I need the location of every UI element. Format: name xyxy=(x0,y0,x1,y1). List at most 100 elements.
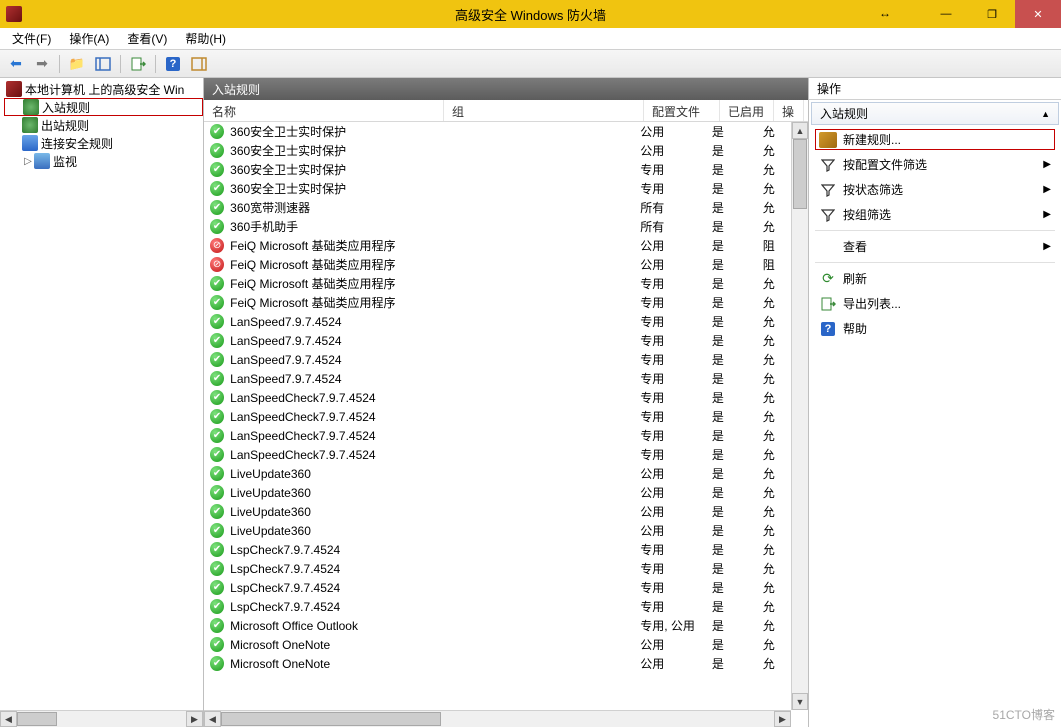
back-button[interactable]: ⬅ xyxy=(4,53,28,75)
list-hscrollbar[interactable]: ◀ ▶ xyxy=(204,710,791,727)
scroll-right-button[interactable]: ▶ xyxy=(774,711,791,727)
chevron-right-icon: ▶ xyxy=(1043,241,1051,252)
show-hide-tree-button[interactable] xyxy=(91,53,115,75)
action-refresh[interactable]: ⟳ 刷新 xyxy=(815,268,1055,289)
rule-row[interactable]: ✔LanSpeedCheck7.9.7.4524专用是允 xyxy=(204,388,791,407)
action-filter-group[interactable]: 按组筛选 ▶ xyxy=(815,204,1055,225)
actions-section-label: 入站规则 xyxy=(820,105,868,122)
rule-name: LiveUpdate360 xyxy=(230,524,452,538)
action-help[interactable]: ? 帮助 xyxy=(815,318,1055,339)
action-filter-profile[interactable]: 按配置文件筛选 ▶ xyxy=(815,154,1055,175)
rule-row[interactable]: ✔LiveUpdate360公用是允 xyxy=(204,502,791,521)
rule-row[interactable]: ✔LspCheck7.9.7.4524专用是允 xyxy=(204,578,791,597)
rule-row[interactable]: ✔LiveUpdate360公用是允 xyxy=(204,521,791,540)
rule-row[interactable]: ✔LanSpeedCheck7.9.7.4524专用是允 xyxy=(204,407,791,426)
rule-action: 允 xyxy=(763,180,791,197)
action-label: 按配置文件筛选 xyxy=(843,156,927,173)
rule-row[interactable]: ✔Microsoft OneNote公用是允 xyxy=(204,635,791,654)
action-filter-status[interactable]: 按状态筛选 ▶ xyxy=(815,179,1055,200)
rule-row[interactable]: ✔LanSpeed7.9.7.4524专用是允 xyxy=(204,331,791,350)
rule-row[interactable]: ✔LanSpeed7.9.7.4524专用是允 xyxy=(204,369,791,388)
inbound-icon xyxy=(23,99,39,115)
rule-row[interactable]: ✔LspCheck7.9.7.4524专用是允 xyxy=(204,559,791,578)
scroll-down-button[interactable]: ▼ xyxy=(792,693,808,710)
rule-row[interactable]: ✔360安全卫士实时保护公用是允 xyxy=(204,122,791,141)
col-profile[interactable]: 配置文件 xyxy=(644,100,720,121)
rule-enabled: 是 xyxy=(712,446,763,463)
action-new-rule[interactable]: 新建规则... xyxy=(815,129,1055,150)
scroll-up-button[interactable]: ▲ xyxy=(792,122,808,139)
rule-row[interactable]: ✔LiveUpdate360公用是允 xyxy=(204,483,791,502)
tree-outbound-label: 出站规则 xyxy=(41,117,89,134)
scroll-thumb[interactable] xyxy=(793,139,807,209)
col-action[interactable]: 操 xyxy=(774,100,804,121)
scroll-left-button[interactable]: ◀ xyxy=(204,711,221,727)
expander-icon[interactable]: ▷ xyxy=(22,156,34,167)
rule-name: 360手机助手 xyxy=(230,218,452,235)
minimize-button[interactable]: — xyxy=(923,0,969,28)
tree-outbound-rules[interactable]: 出站规则 xyxy=(4,116,203,134)
rule-row[interactable]: ✔FeiQ Microsoft 基础类应用程序专用是允 xyxy=(204,293,791,312)
rule-row[interactable]: ✔LspCheck7.9.7.4524专用是允 xyxy=(204,597,791,616)
rule-profile: 公用 xyxy=(640,142,712,159)
export-button[interactable] xyxy=(126,53,150,75)
menu-action[interactable]: 操作(A) xyxy=(61,28,117,49)
rule-row[interactable]: ✔360安全卫士实时保护公用是允 xyxy=(204,141,791,160)
list-vscrollbar[interactable]: ▲ ▼ xyxy=(791,122,808,710)
help-button[interactable]: ? xyxy=(161,53,185,75)
tree-monitor[interactable]: ▷ 监视 xyxy=(4,152,203,170)
menu-help[interactable]: 帮助(H) xyxy=(177,28,234,49)
col-enabled[interactable]: 已启用 xyxy=(720,100,774,121)
close-button[interactable]: ✕ xyxy=(1015,0,1061,28)
maximize-button[interactable]: ❐ xyxy=(969,0,1015,28)
forward-button[interactable]: ➡ xyxy=(30,53,54,75)
rule-action: 允 xyxy=(763,332,791,349)
tree-connection-security[interactable]: 连接安全规则 xyxy=(4,134,203,152)
rule-row[interactable]: ✔LanSpeedCheck7.9.7.4524专用是允 xyxy=(204,445,791,464)
up-button[interactable]: 📁 xyxy=(65,53,89,75)
rule-name: LanSpeedCheck7.9.7.4524 xyxy=(230,448,452,462)
chevron-right-icon: ▶ xyxy=(1043,159,1051,170)
rule-row[interactable]: ⊘FeiQ Microsoft 基础类应用程序公用是阻 xyxy=(204,255,791,274)
rule-row[interactable]: ✔LanSpeed7.9.7.4524专用是允 xyxy=(204,312,791,331)
rule-profile: 专用, 公用 xyxy=(640,617,712,634)
action-export[interactable]: 导出列表... xyxy=(815,293,1055,314)
allow-icon: ✔ xyxy=(210,599,224,614)
tree-root[interactable]: 本地计算机 上的高级安全 Win xyxy=(4,80,203,98)
rule-row[interactable]: ✔360安全卫士实时保护专用是允 xyxy=(204,179,791,198)
rule-enabled: 是 xyxy=(712,541,763,558)
rule-row[interactable]: ✔Microsoft Office Outlook专用, 公用是允 xyxy=(204,616,791,635)
rule-row[interactable]: ✔Microsoft OneNote公用是允 xyxy=(204,654,791,673)
menu-view[interactable]: 查看(V) xyxy=(119,28,175,49)
rule-row[interactable]: ✔360手机助手所有是允 xyxy=(204,217,791,236)
col-name[interactable]: 名称 xyxy=(204,100,444,121)
rule-row[interactable]: ✔360宽带测速器所有是允 xyxy=(204,198,791,217)
col-group[interactable]: 组 xyxy=(444,100,644,121)
rule-enabled: 是 xyxy=(712,484,763,501)
rule-row[interactable]: ⊘FeiQ Microsoft 基础类应用程序公用是阻 xyxy=(204,236,791,255)
show-actions-button[interactable] xyxy=(187,53,211,75)
tree-hscrollbar[interactable]: ◀ ▶ xyxy=(0,710,203,727)
scroll-left-button[interactable]: ◀ xyxy=(0,711,17,727)
tree-inbound-rules[interactable]: 入站规则 xyxy=(4,98,203,116)
menu-file[interactable]: 文件(F) xyxy=(4,28,59,49)
rule-row[interactable]: ✔FeiQ Microsoft 基础类应用程序专用是允 xyxy=(204,274,791,293)
actions-section[interactable]: 入站规则 ▲ xyxy=(811,102,1059,125)
rule-profile: 专用 xyxy=(640,180,712,197)
rule-action: 允 xyxy=(763,522,791,539)
rule-row[interactable]: ✔LspCheck7.9.7.4524专用是允 xyxy=(204,540,791,559)
rule-row[interactable]: ✔LiveUpdate360公用是允 xyxy=(204,464,791,483)
allow-icon: ✔ xyxy=(210,143,224,158)
rule-enabled: 是 xyxy=(712,313,763,330)
rule-enabled: 是 xyxy=(712,465,763,482)
rule-row[interactable]: ✔LanSpeedCheck7.9.7.4524专用是允 xyxy=(204,426,791,445)
action-view[interactable]: 查看 ▶ xyxy=(815,236,1055,257)
rule-profile: 专用 xyxy=(640,389,712,406)
rule-row[interactable]: ✔LanSpeed7.9.7.4524专用是允 xyxy=(204,350,791,369)
scroll-thumb[interactable] xyxy=(221,712,441,726)
scroll-right-button[interactable]: ▶ xyxy=(186,711,203,727)
title-bar[interactable]: 高级安全 Windows 防火墙 ↔ — ❐ ✕ xyxy=(0,0,1061,28)
help-icon: ? xyxy=(819,321,837,337)
rule-row[interactable]: ✔360安全卫士实时保护专用是允 xyxy=(204,160,791,179)
scroll-thumb[interactable] xyxy=(17,712,57,726)
